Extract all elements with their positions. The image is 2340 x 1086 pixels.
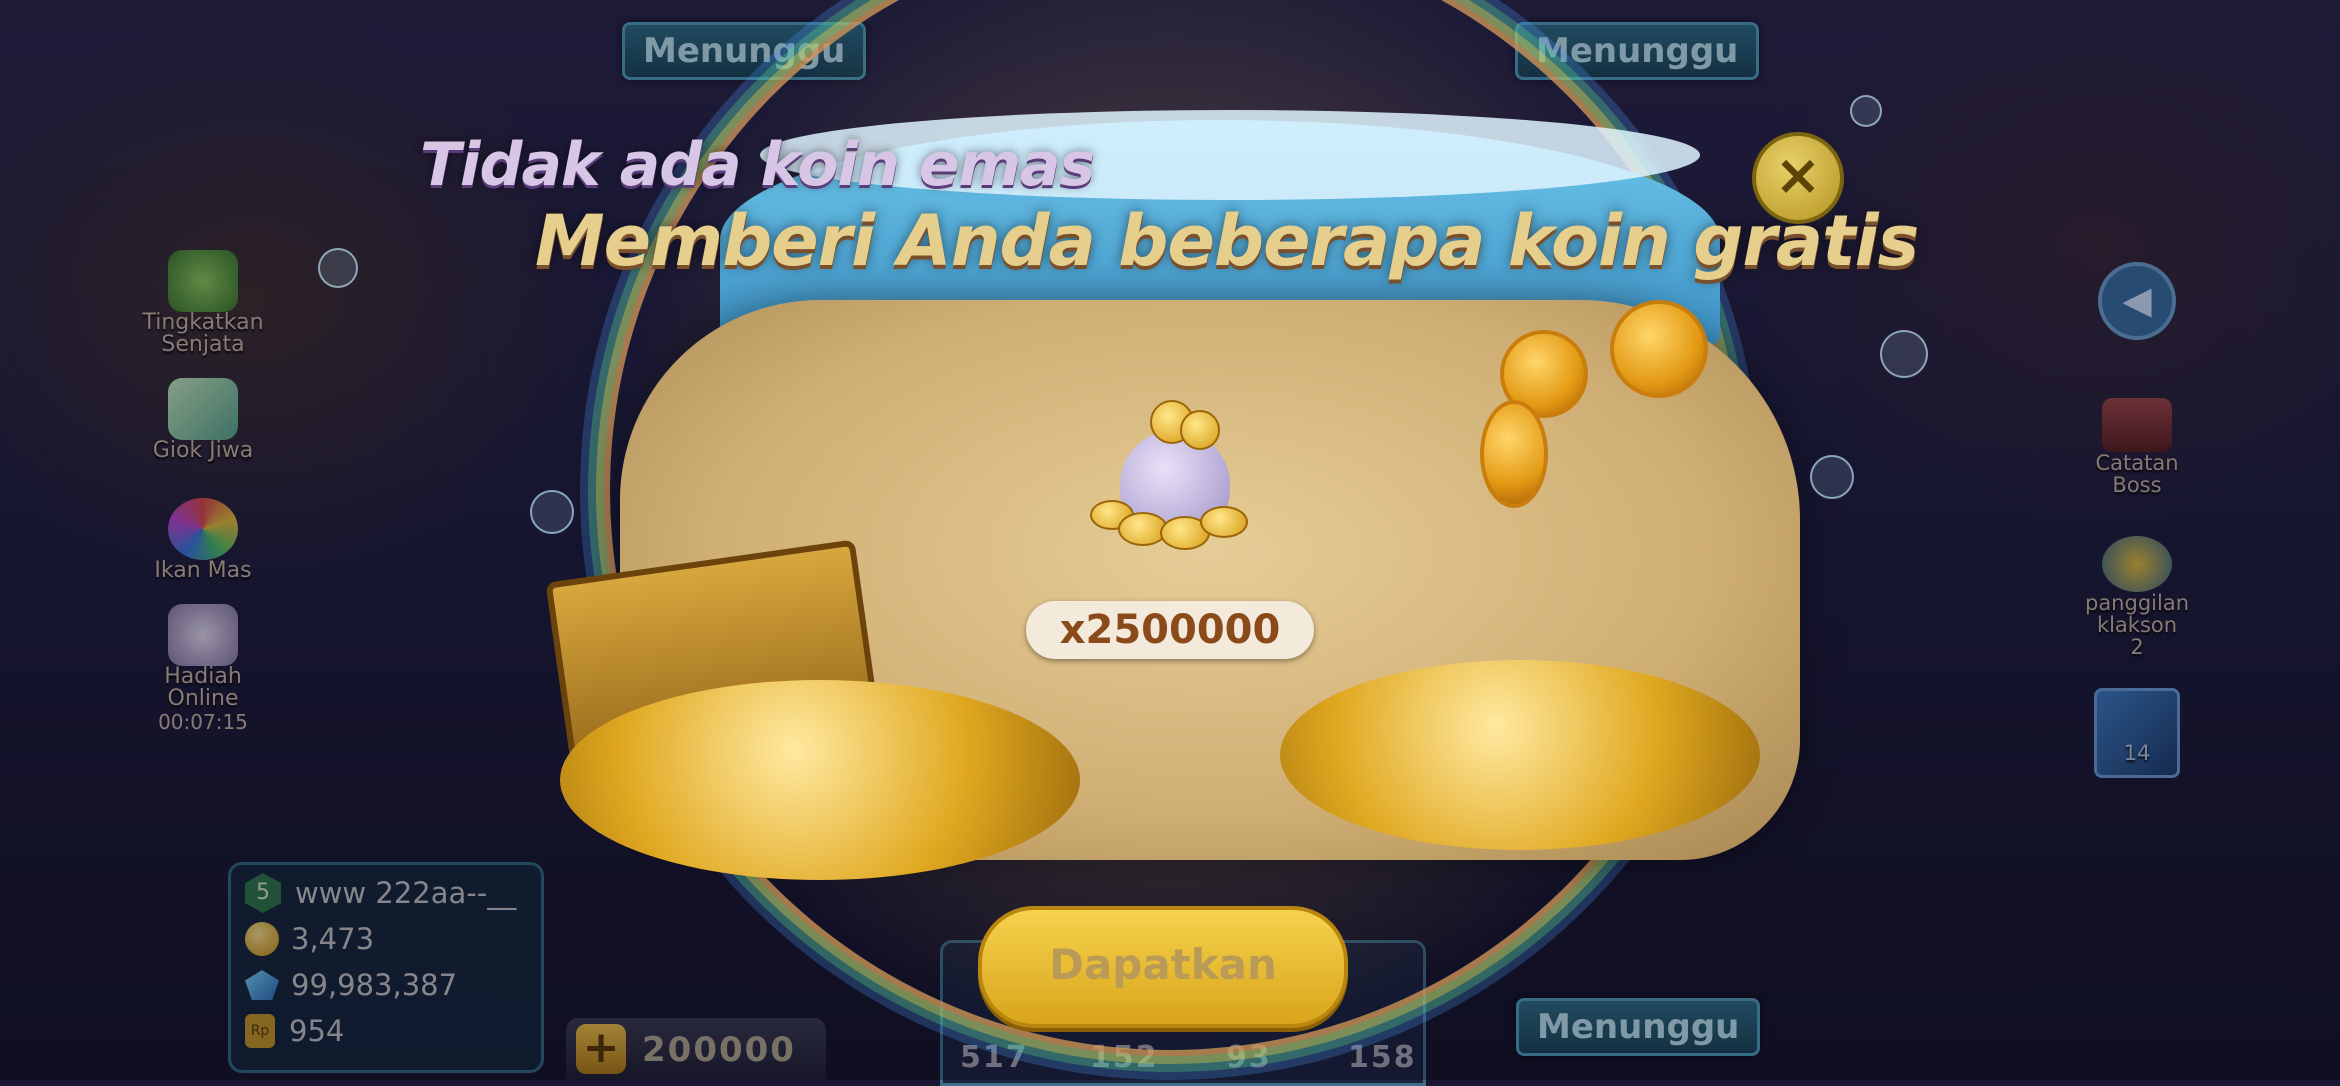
floating-coin [1610, 300, 1708, 398]
claim-button[interactable]: Dapatkan [978, 906, 1348, 1028]
bubble [1810, 455, 1854, 499]
dialog-title-line2: Memberi Anda beberapa koin gratis [535, 200, 1919, 282]
reward-amount: x2500000 [1026, 601, 1314, 659]
coin-icon [1200, 506, 1248, 538]
bubble [1880, 330, 1928, 378]
bubble [318, 248, 358, 288]
dialog-title-line1: Tidak ada koin emas [420, 130, 1095, 200]
floating-coin [1480, 400, 1548, 508]
bubble [1850, 95, 1882, 127]
coin-pile-left [560, 680, 1080, 880]
coin-bag-icon [1090, 400, 1250, 550]
bubble [530, 490, 574, 534]
coin-pile-right [1280, 660, 1760, 850]
close-button[interactable]: × [1752, 132, 1844, 224]
coin-icon [1180, 410, 1220, 450]
